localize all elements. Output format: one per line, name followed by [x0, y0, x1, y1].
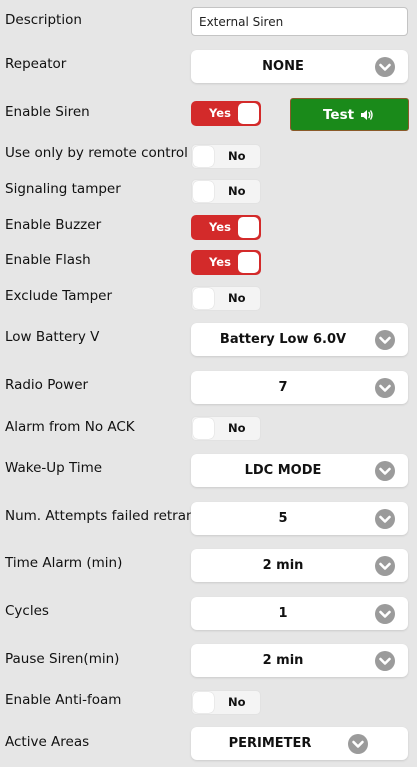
enable-flash-label: Enable Flash — [5, 252, 91, 268]
remote-only-state: No — [228, 149, 246, 163]
toggle-knob — [238, 252, 259, 273]
chevron-down-icon — [375, 604, 395, 624]
exclude-tamper-state: No — [228, 291, 246, 305]
pause-siren-label: Pause Siren(min) — [5, 651, 120, 667]
toggle-knob — [193, 288, 214, 309]
anti-foam-toggle[interactable]: No — [191, 690, 261, 715]
enable-flash-toggle[interactable]: Yes — [191, 250, 261, 275]
active-areas-label: Active Areas — [5, 734, 90, 750]
alarm-no-ack-label: Alarm from No ACK — [5, 419, 135, 435]
repeater-value: NONE — [262, 59, 304, 74]
failed-retrans-label: Num. Attempts failed retrans. — [5, 508, 206, 524]
time-alarm-label: Time Alarm (min) — [5, 555, 123, 571]
toggle-knob — [238, 103, 259, 124]
toggle-knob — [193, 692, 214, 713]
enable-siren-state: Yes — [209, 106, 231, 120]
enable-buzzer-state: Yes — [209, 220, 231, 234]
alarm-no-ack-toggle[interactable]: No — [191, 416, 261, 441]
repeater-label: Repeator — [5, 56, 67, 72]
chevron-down-icon — [348, 734, 368, 754]
active-areas-value: PERIMETER — [228, 736, 312, 751]
chevron-down-icon — [375, 556, 395, 576]
time-alarm-select[interactable]: 2 min — [191, 549, 408, 582]
radio-power-label: Radio Power — [5, 377, 89, 393]
chevron-down-icon — [375, 651, 395, 671]
toggle-knob — [193, 181, 214, 202]
signaling-tamper-label: Signaling tamper — [5, 181, 121, 197]
failed-retrans-select[interactable]: 5 — [191, 502, 408, 535]
chevron-down-icon — [375, 509, 395, 529]
wakeup-time-label: Wake-Up Time — [5, 460, 103, 476]
enable-buzzer-label: Enable Buzzer — [5, 217, 102, 233]
anti-foam-state: No — [228, 695, 246, 709]
chevron-down-icon — [375, 378, 395, 398]
radio-power-select[interactable]: 7 — [191, 371, 408, 404]
chevron-down-icon — [375, 461, 395, 481]
low-battery-value: Battery Low 6.0V — [219, 332, 347, 347]
signaling-tamper-state: No — [228, 184, 246, 198]
description-label: Description — [5, 12, 82, 28]
signaling-tamper-toggle[interactable]: No — [191, 179, 261, 204]
enable-flash-state: Yes — [209, 255, 231, 269]
alarm-no-ack-state: No — [228, 421, 246, 435]
remote-only-toggle[interactable]: No — [191, 144, 261, 169]
cycles-label: Cycles — [5, 603, 49, 619]
time-alarm-value: 2 min — [262, 558, 304, 573]
toggle-knob — [193, 146, 214, 167]
pause-siren-value: 2 min — [262, 653, 304, 668]
anti-foam-label: Enable Anti-foam — [5, 692, 122, 708]
repeater-select[interactable]: NONE — [191, 50, 408, 83]
chevron-down-icon — [375, 57, 395, 77]
active-areas-select[interactable]: PERIMETER — [191, 727, 408, 760]
pause-siren-select[interactable]: 2 min — [191, 644, 408, 677]
radio-power-value: 7 — [278, 380, 288, 395]
toggle-knob — [238, 217, 259, 238]
failed-retrans-value: 5 — [278, 511, 288, 526]
cycles-select[interactable]: 1 — [191, 597, 408, 630]
speaker-icon — [361, 110, 373, 120]
wakeup-time-value: LDC MODE — [244, 463, 322, 478]
chevron-down-icon — [375, 330, 395, 350]
description-input[interactable] — [191, 7, 408, 36]
exclude-tamper-label: Exclude Tamper — [5, 288, 113, 304]
enable-siren-label: Enable Siren — [5, 104, 90, 120]
exclude-tamper-toggle[interactable]: No — [191, 286, 261, 311]
test-button-label: Test — [323, 107, 355, 123]
wakeup-time-select[interactable]: LDC MODE — [191, 454, 408, 487]
enable-siren-toggle[interactable]: Yes — [191, 101, 261, 126]
cycles-value: 1 — [278, 606, 288, 621]
enable-buzzer-toggle[interactable]: Yes — [191, 215, 261, 240]
test-siren-button[interactable]: Test — [290, 98, 409, 131]
low-battery-label: Low Battery V — [5, 329, 100, 345]
toggle-knob — [193, 418, 214, 439]
low-battery-select[interactable]: Battery Low 6.0V — [191, 323, 408, 356]
remote-only-label: Use only by remote control — [5, 145, 188, 161]
